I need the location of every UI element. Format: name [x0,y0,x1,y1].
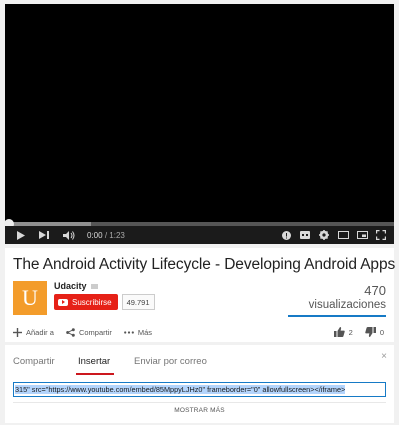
share-tabs: Compartir Insertar Enviar por correo × [5,345,394,375]
plus-icon [13,327,22,337]
video-player[interactable]: 0:00 / 1:23 [4,4,394,244]
share-button[interactable]: Compartir [66,328,112,337]
time-separator: / [104,230,108,240]
volume-icon[interactable] [63,226,75,244]
channel-logo-letter: U [22,285,38,310]
active-tab-indicator [76,373,114,375]
subscriber-count: 49.791 [121,294,155,310]
dislike-button[interactable]: 0 [365,327,384,337]
action-bar: Añadir a Compartir Más 2 0 [5,322,394,342]
channel-name-row: Udacity [54,281,98,291]
player-controls: 0:00 / 1:23 [5,226,394,244]
embed-code-text: 315" src="https://www.youtube.com/embed/… [15,385,346,394]
add-to-label: Añadir a [26,327,54,337]
settings-icon[interactable] [319,226,329,244]
youtube-logo-icon [58,298,68,306]
cast-icon[interactable] [357,226,368,244]
share-icon [66,327,75,337]
captions-icon[interactable] [300,226,310,244]
next-icon[interactable] [39,226,49,244]
share-label: Compartir [78,327,112,337]
annotations-icon[interactable] [282,226,291,244]
play-icon[interactable] [17,226,25,244]
embed-code-field[interactable]: 315" src="https://www.youtube.com/embed/… [13,382,386,397]
close-icon[interactable]: × [381,351,387,362]
tab-share[interactable]: Compartir [13,356,55,367]
more-dots-icon [123,330,134,334]
dislike-count: 0 [379,327,384,337]
video-title: The Android Activity Lifecycle - Develop… [13,256,396,273]
tab-embed[interactable]: Insertar [78,356,110,367]
video-area[interactable] [5,4,394,222]
like-count: 2 [348,327,353,337]
subscribe-button[interactable]: Suscribirse [54,294,118,310]
more-label: Más [137,327,153,337]
time-display: 0:00 / 1:23 [87,231,125,240]
like-button[interactable]: 2 [333,327,353,337]
thumbs-up-icon [333,327,345,337]
video-info-panel: The Android Activity Lifecycle - Develop… [5,248,396,342]
views-bar [288,315,386,317]
verified-icon [90,283,98,289]
more-button[interactable]: Más [123,327,153,337]
theater-icon[interactable] [338,226,349,244]
fullscreen-icon[interactable] [376,226,386,244]
add-to-button[interactable]: Añadir a [13,327,54,337]
subscribe-row: Suscribirse 49.791 [54,294,155,310]
thumbs-down-icon [365,327,376,337]
current-time: 0:00 [87,230,103,240]
divider [13,402,386,403]
channel-logo[interactable]: U [13,281,47,315]
tab-email[interactable]: Enviar por correo [134,356,207,367]
share-panel: Compartir Insertar Enviar por correo × 3… [5,345,394,423]
show-more-button[interactable]: MOSTRAR MÁS [5,407,394,414]
view-count: 470 [364,283,386,298]
view-count-block: 470 visualizaciones [309,283,386,311]
duration: 1:23 [109,230,125,240]
views-label: visualizaciones [308,299,386,311]
subscribe-label: Suscribirse [72,297,112,307]
channel-name[interactable]: Udacity [54,281,87,291]
